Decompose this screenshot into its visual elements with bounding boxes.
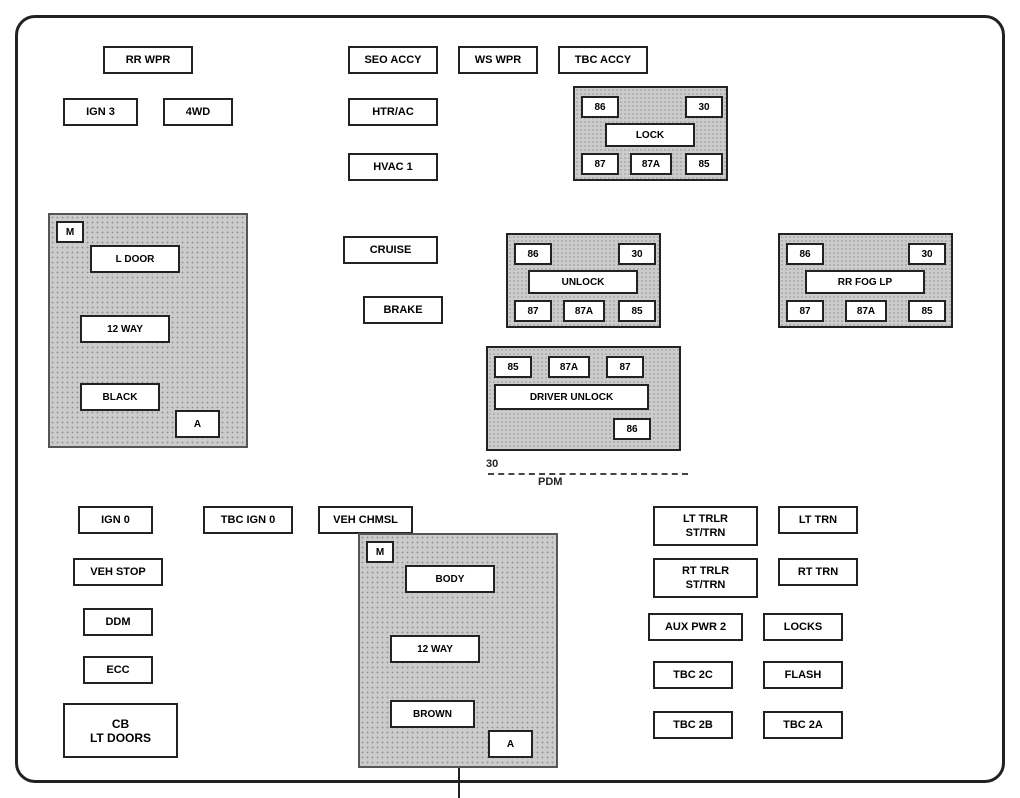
- unlock-87: 87: [514, 300, 552, 322]
- relay-unlock-group: 86 30 UNLOCK 87 87A 85: [506, 233, 661, 328]
- ddm-label: DDM: [83, 608, 153, 636]
- lock-85: 85: [685, 153, 723, 175]
- body-a: A: [488, 730, 533, 758]
- unlock-85: 85: [618, 300, 656, 322]
- rrfog-label: RR FOG LP: [805, 270, 925, 294]
- du-86: 86: [613, 418, 651, 440]
- lock-87: 87: [581, 153, 619, 175]
- pdm-30: 30: [486, 458, 498, 470]
- body-12way: 12 WAY: [390, 635, 480, 663]
- lock-label: LOCK: [605, 123, 695, 147]
- unlock-86: 86: [514, 243, 552, 265]
- main-container: RR WPR SEO ACCY WS WPR TBC ACCY IGN 3 4W…: [15, 15, 1005, 783]
- rrfog-87a: 87A: [845, 300, 887, 322]
- du-85: 85: [494, 356, 532, 378]
- cb-lt-doors-label: CBLT DOORS: [63, 703, 178, 758]
- unlock-label: UNLOCK: [528, 270, 638, 294]
- ldoor-m: M: [56, 221, 84, 243]
- relay-driverunlock-group: 85 87A 87 DRIVER UNLOCK 86: [486, 346, 681, 451]
- lock-30: 30: [685, 96, 723, 118]
- ldoor-label: L DOOR: [90, 245, 180, 273]
- ecc-label: ECC: [83, 656, 153, 684]
- tbc-2b-label: TBC 2B: [653, 711, 733, 739]
- tbc-ign0-label: TBC IGN 0: [203, 506, 293, 534]
- rrfog-85: 85: [908, 300, 946, 322]
- ws-wpr-label: WS WPR: [458, 46, 538, 74]
- rt-trlr-sttrn-text: RT TRLRST/TRN: [682, 564, 729, 593]
- lt-trn-label: LT TRN: [778, 506, 858, 534]
- body-group: M BODY 12 WAY BROWN A: [358, 533, 558, 768]
- ldoor-a: A: [175, 410, 220, 438]
- rrfog-86: 86: [786, 243, 824, 265]
- lt-trlr-sttrn-label: LT TRLRST/TRN: [653, 506, 758, 546]
- rrfog-30: 30: [908, 243, 946, 265]
- lt-trlr-sttrn-text: LT TRLRST/TRN: [683, 512, 728, 541]
- relay-rrfog-group: 86 30 RR FOG LP 87 87A 85: [778, 233, 953, 328]
- lock-86: 86: [581, 96, 619, 118]
- 4wd-label: 4WD: [163, 98, 233, 126]
- pdm-label: PDM: [538, 476, 562, 488]
- rr-wpr-label: RR WPR: [103, 46, 193, 74]
- lock-87a: 87A: [630, 153, 672, 175]
- veh-stop-label: VEH STOP: [73, 558, 163, 586]
- ldoor-group: M L DOOR 12 WAY BLACK A: [48, 213, 248, 448]
- ign0-label: IGN 0: [78, 506, 153, 534]
- flash-label: FLASH: [763, 661, 843, 689]
- brake-label: BRAKE: [363, 296, 443, 324]
- rt-trlr-sttrn-label: RT TRLRST/TRN: [653, 558, 758, 598]
- htr-ac-label: HTR/AC: [348, 98, 438, 126]
- body-m: M: [366, 541, 394, 563]
- unlock-87a: 87A: [563, 300, 605, 322]
- aux-pwr2-label: AUX PWR 2: [648, 613, 743, 641]
- du-87a: 87A: [548, 356, 590, 378]
- tbc-accy-label: TBC ACCY: [558, 46, 648, 74]
- veh-chmsl-label: VEH CHMSL: [318, 506, 413, 534]
- relay-lock-group: 86 30 LOCK 87 87A 85: [573, 86, 728, 181]
- cruise-label: CRUISE: [343, 236, 438, 264]
- ldoor-black: BLACK: [80, 383, 160, 411]
- cb-lt-doors-text: CBLT DOORS: [90, 717, 151, 745]
- du-87: 87: [606, 356, 644, 378]
- ign3-label: IGN 3: [63, 98, 138, 126]
- tbc-2a-label: TBC 2A: [763, 711, 843, 739]
- pdm-dashed-line: [488, 473, 688, 475]
- hvac1-label: HVAC 1: [348, 153, 438, 181]
- rrfog-87: 87: [786, 300, 824, 322]
- tbc-2c-label: TBC 2C: [653, 661, 733, 689]
- seo-accy-label: SEO ACCY: [348, 46, 438, 74]
- body-connector-line: [458, 768, 460, 798]
- body-label: BODY: [405, 565, 495, 593]
- rt-trn-label: RT TRN: [778, 558, 858, 586]
- du-label: DRIVER UNLOCK: [494, 384, 649, 410]
- ldoor-12way: 12 WAY: [80, 315, 170, 343]
- body-brown: BROWN: [390, 700, 475, 728]
- locks-label: LOCKS: [763, 613, 843, 641]
- unlock-30: 30: [618, 243, 656, 265]
